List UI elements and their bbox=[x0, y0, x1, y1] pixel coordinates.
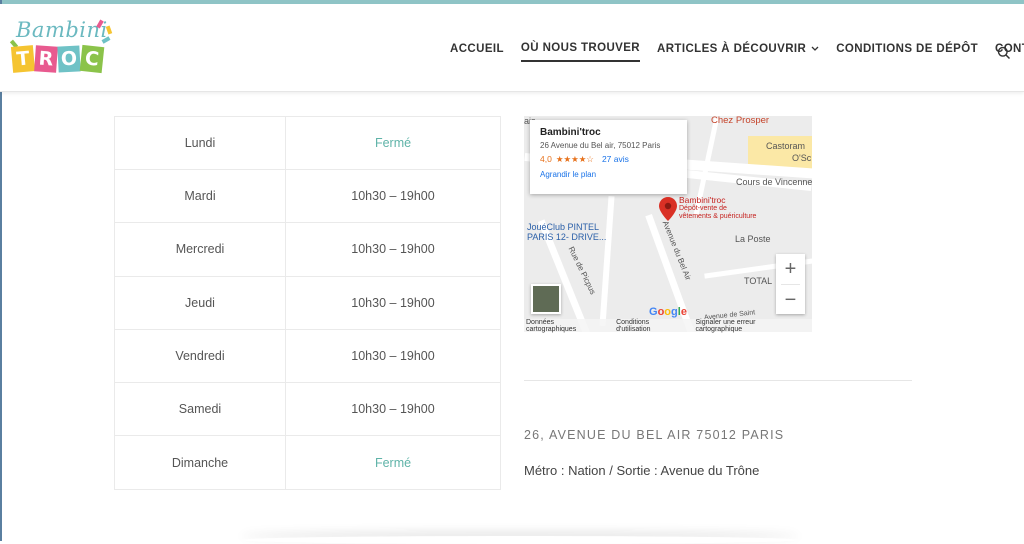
logo-letter: C bbox=[79, 44, 105, 74]
enlarge-map-link[interactable]: Agrandir le plan bbox=[540, 170, 677, 179]
rating-value: 4,0 bbox=[540, 154, 552, 164]
logo-script-text: Bambini bbox=[16, 18, 108, 42]
search-icon[interactable] bbox=[997, 46, 1011, 60]
map-label: Cours de Vincenne bbox=[736, 177, 812, 187]
map-label: vêtements & puériculture bbox=[679, 213, 757, 220]
map-pin-icon[interactable] bbox=[659, 197, 677, 221]
map-zoom-controls: + − bbox=[776, 254, 805, 314]
nav-item-accueil[interactable]: Accueil bbox=[450, 43, 504, 61]
hours-time: Fermé bbox=[374, 455, 412, 470]
map-label: JouéClub PINTEL bbox=[527, 222, 600, 232]
logo-letter-blocks: T R O C bbox=[10, 44, 105, 74]
map-terms-link[interactable]: Conditions d'utilisation bbox=[616, 319, 685, 333]
satellite-toggle[interactable] bbox=[531, 284, 561, 314]
map-label: O'Sc bbox=[792, 153, 812, 163]
hours-day: Jeudi bbox=[115, 276, 286, 329]
reviews-link[interactable]: 27 avis bbox=[602, 154, 629, 165]
table-row: Vendredi 10h30 – 19h00 bbox=[115, 329, 500, 383]
site-header: Bambini T R O C Accueil Où nous trouver … bbox=[0, 4, 1024, 92]
store-address: 26, AVENUE DU BEL AIR 75012 PARIS bbox=[524, 428, 785, 442]
footer-shadow bbox=[240, 536, 800, 544]
hours-day: Samedi bbox=[115, 382, 286, 436]
map-footer: Données cartographiques Conditions d'uti… bbox=[524, 319, 812, 333]
hours-day: Vendredi bbox=[115, 329, 286, 382]
table-row: Jeudi 10h30 – 19h00 bbox=[115, 276, 500, 330]
hours-time: 10h30 – 19h00 bbox=[351, 295, 435, 310]
hours-day: Mercredi bbox=[115, 223, 286, 276]
hours-time: 10h30 – 19h00 bbox=[351, 348, 435, 363]
zoom-out-button[interactable]: − bbox=[776, 285, 805, 315]
main-nav: Accueil Où nous trouver Articles à décou… bbox=[450, 42, 1024, 62]
place-title: Bambini'troc bbox=[540, 127, 601, 138]
hours-time: 10h30 – 19h00 bbox=[351, 242, 435, 257]
nav-item-conditions[interactable]: Conditions de dépôt bbox=[836, 43, 978, 61]
map-label: Castoram bbox=[766, 141, 806, 151]
place-rating: 4,0 ★★★★☆ 27 avis bbox=[540, 154, 677, 165]
table-row: Lundi Fermé bbox=[115, 117, 500, 171]
google-letter: g bbox=[671, 306, 678, 318]
hours-time: 10h30 – 19h00 bbox=[351, 402, 435, 417]
zoom-in-button[interactable]: + bbox=[776, 254, 805, 284]
table-row: Samedi 10h30 – 19h00 bbox=[115, 382, 500, 437]
logo-letter: R bbox=[34, 45, 58, 73]
nav-item-label: Où nous trouver bbox=[520, 42, 641, 54]
hours-day: Dimanche bbox=[115, 436, 286, 490]
opening-hours-table: Lundi Fermé Mardi 10h30 – 19h00 Mercredi… bbox=[114, 116, 501, 491]
section-divider bbox=[524, 380, 912, 381]
google-letter: e bbox=[680, 306, 687, 318]
rating-stars: ★★★★☆ bbox=[555, 154, 594, 164]
map-label: Bambini'troc bbox=[679, 195, 726, 205]
site-logo[interactable]: Bambini T R O C bbox=[9, 18, 114, 82]
map-label: Dépôt-vente de bbox=[679, 205, 727, 212]
nav-item-articles[interactable]: Articles à découvrir bbox=[657, 43, 819, 61]
metro-info: Métro : Nation / Sortie : Avenue du Trôn… bbox=[524, 463, 760, 478]
nav-item-label: Accueil bbox=[450, 43, 504, 55]
hours-time: 10h30 – 19h00 bbox=[351, 189, 435, 204]
nav-item-label: Conditions de dépôt bbox=[836, 43, 978, 55]
map-label: Chez Prosper bbox=[711, 116, 770, 126]
logo-letter: T bbox=[10, 45, 36, 73]
map-label: TOTAL bbox=[744, 276, 773, 286]
map-data-link[interactable]: Données cartographiques bbox=[526, 319, 606, 333]
nav-item-label: Articles à découvrir bbox=[657, 43, 807, 55]
table-row: Mercredi 10h30 – 19h00 bbox=[115, 223, 500, 277]
chevron-down-icon bbox=[811, 45, 819, 54]
table-row: Mardi 10h30 – 19h00 bbox=[115, 170, 500, 224]
google-logo: Google bbox=[649, 306, 687, 318]
hours-time: Fermé bbox=[374, 136, 412, 151]
place-address: 26 Avenue du Bel air, 75012 Paris bbox=[540, 141, 661, 150]
nav-item-ou-nous-trouver[interactable]: Où nous trouver bbox=[520, 42, 641, 62]
map-report-link[interactable]: Signaler une erreur cartographique bbox=[696, 319, 805, 333]
map-road bbox=[599, 195, 615, 327]
logo-letter: O bbox=[57, 45, 81, 73]
google-letter: G bbox=[649, 306, 658, 318]
map-label: La Poste bbox=[735, 234, 771, 244]
hours-day: Lundi bbox=[115, 117, 286, 170]
map-place-card: Bambini'troc 26 Avenue du Bel air, 75012… bbox=[530, 120, 687, 194]
map-label: PARIS 12- DRIVE... bbox=[527, 232, 607, 242]
table-row: Dimanche Fermé bbox=[115, 436, 500, 490]
hours-day: Mardi bbox=[115, 170, 286, 223]
